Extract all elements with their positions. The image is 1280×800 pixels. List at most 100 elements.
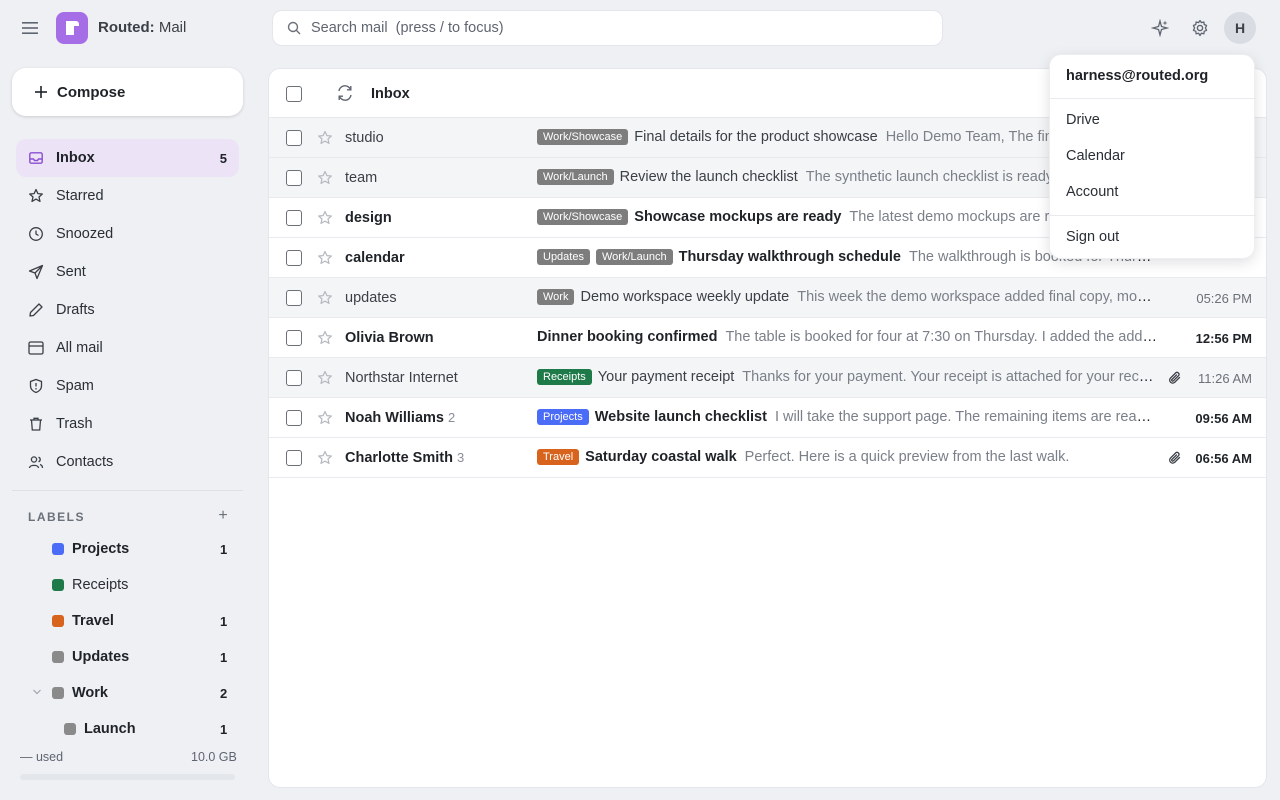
label-count: 1 (220, 649, 228, 665)
menu-item-drive[interactable]: Drive (1050, 103, 1256, 137)
menu-item-calendar[interactable]: Calendar (1050, 139, 1256, 173)
avatar-initial: H (1234, 20, 1246, 36)
email-row[interactable]: updates Work Demo workspace weekly update T… (269, 278, 1266, 318)
label-work[interactable]: Work 2 (52, 675, 236, 711)
search-input[interactable] (311, 20, 911, 36)
star-icon[interactable] (317, 450, 333, 466)
sidebar-item-inbox[interactable]: Inbox 5 (16, 139, 239, 177)
row-checkbox[interactable] (286, 410, 302, 426)
sidebar-item-label: Drafts (56, 302, 95, 318)
chevron-down-icon[interactable] (32, 686, 42, 698)
label-count: 1 (220, 541, 228, 557)
trash-icon (28, 416, 44, 432)
row-checkbox[interactable] (286, 130, 302, 146)
row-checkbox[interactable] (286, 330, 302, 346)
menu-divider (1050, 215, 1256, 216)
row-checkbox[interactable] (286, 250, 302, 266)
sidebar-item-sent[interactable]: Sent (16, 253, 239, 291)
row-checkbox[interactable] (286, 450, 302, 466)
star-icon[interactable] (317, 290, 333, 306)
sidebar-item-label: Spam (56, 378, 94, 394)
sidebar-item-trash[interactable]: Trash (16, 405, 239, 443)
star-icon[interactable] (317, 370, 333, 386)
email-subject: Website launch checklist (594, 409, 767, 425)
gear-icon[interactable] (1188, 16, 1212, 40)
label-tag: Receipts (537, 369, 592, 385)
clock-icon (28, 226, 44, 242)
sidebar-item-snoozed[interactable]: Snoozed (16, 215, 239, 253)
sign-out-button[interactable]: Sign out (1050, 220, 1256, 254)
add-label-button[interactable]: + (216, 507, 230, 525)
email-time: 06:56 AM (1195, 451, 1252, 466)
email-row[interactable]: Charlotte Smith 3 Travel Saturday coastal w… (269, 438, 1266, 478)
row-checkbox[interactable] (286, 370, 302, 386)
email-subject: Review the launch checklist (619, 169, 798, 185)
account-email: harness@routed.org (1066, 68, 1209, 84)
star-icon[interactable] (317, 170, 333, 186)
sender-name: Olivia Brown (345, 330, 434, 346)
sender-text: team (345, 170, 378, 186)
sender-text: Olivia Brown (345, 330, 434, 346)
paperclip-icon (1169, 451, 1181, 464)
label-updates[interactable]: Updates 1 (52, 639, 236, 675)
sidebar-item-label: Starred (56, 188, 104, 204)
sidebar-item-starred[interactable]: Starred (16, 177, 239, 215)
email-subject: Saturday coastal walk (585, 449, 737, 465)
row-checkbox[interactable] (286, 290, 302, 306)
label-name: Work (72, 685, 108, 701)
row-checkbox[interactable] (286, 170, 302, 186)
sender-text: Charlotte Smith (345, 450, 453, 466)
label-launch[interactable]: Launch 1 (64, 711, 236, 747)
row-checkbox[interactable] (286, 210, 302, 226)
sidebar-item-label: Sent (56, 264, 86, 280)
account-avatar[interactable]: H (1224, 12, 1256, 44)
refresh-icon[interactable] (336, 84, 354, 102)
label-name: Travel (72, 613, 114, 629)
search-icon (287, 20, 303, 36)
email-preview: Work Demo workspace weekly update This wee… (537, 289, 1157, 305)
label-tag: Work/Showcase (537, 129, 629, 145)
email-row[interactable]: Northstar Internet Receipts Your payment r… (269, 358, 1266, 398)
send-icon (28, 264, 44, 280)
plus-icon (35, 86, 47, 98)
search-bar[interactable] (272, 10, 943, 46)
compose-button[interactable]: Compose (12, 68, 243, 116)
sidebar-item-spam[interactable]: Spam (16, 367, 239, 405)
label-name: Projects (72, 541, 130, 557)
star-icon[interactable] (317, 210, 333, 226)
label-tag: Updates (537, 249, 590, 265)
sender-text: Noah Williams (345, 410, 444, 426)
sparkle-icon[interactable] (1148, 16, 1172, 40)
sidebar-item-contacts[interactable]: Contacts (16, 443, 239, 481)
star-icon[interactable] (317, 330, 333, 346)
star-icon[interactable] (317, 410, 333, 426)
shield-icon (28, 378, 44, 394)
select-all-checkbox[interactable] (286, 86, 302, 102)
label-tag: Travel (537, 449, 580, 465)
label-travel[interactable]: Travel 1 (52, 603, 236, 639)
archive-icon (28, 340, 44, 356)
star-icon[interactable] (317, 250, 333, 266)
menu-item-account[interactable]: Account (1050, 175, 1256, 209)
storage-total: 10.0 GB (191, 750, 237, 764)
label-name: Receipts (72, 577, 129, 593)
hamburger-menu-icon[interactable] (18, 16, 42, 40)
sidebar-item-all-mail[interactable]: All mail (16, 329, 239, 367)
sidebar-item-drafts[interactable]: Drafts (16, 291, 239, 329)
app-logo-icon[interactable] (56, 12, 88, 44)
email-row[interactable]: Noah Williams 2 Projects Website launch che… (269, 398, 1266, 438)
sender-name: studio (345, 130, 384, 146)
email-row[interactable]: Olivia Brown Dinner booking confirmed The … (269, 318, 1266, 358)
star-icon[interactable] (317, 130, 333, 146)
label-receipts[interactable]: Receipts (52, 567, 236, 603)
sender-text: updates (345, 290, 397, 306)
email-snippet: I will take the support page. The remain… (774, 409, 1157, 425)
label-projects[interactable]: Projects 1 (52, 531, 236, 567)
sidebar-item-label: Trash (56, 416, 93, 432)
sender-name: updates (345, 290, 397, 306)
app-title: Routed: Mail (98, 19, 187, 36)
sender-name: design (345, 210, 392, 226)
folder-title: Inbox (371, 86, 410, 102)
email-preview: Receipts Your payment receipt Thanks for y… (537, 369, 1157, 385)
label-name: Updates (72, 649, 130, 665)
